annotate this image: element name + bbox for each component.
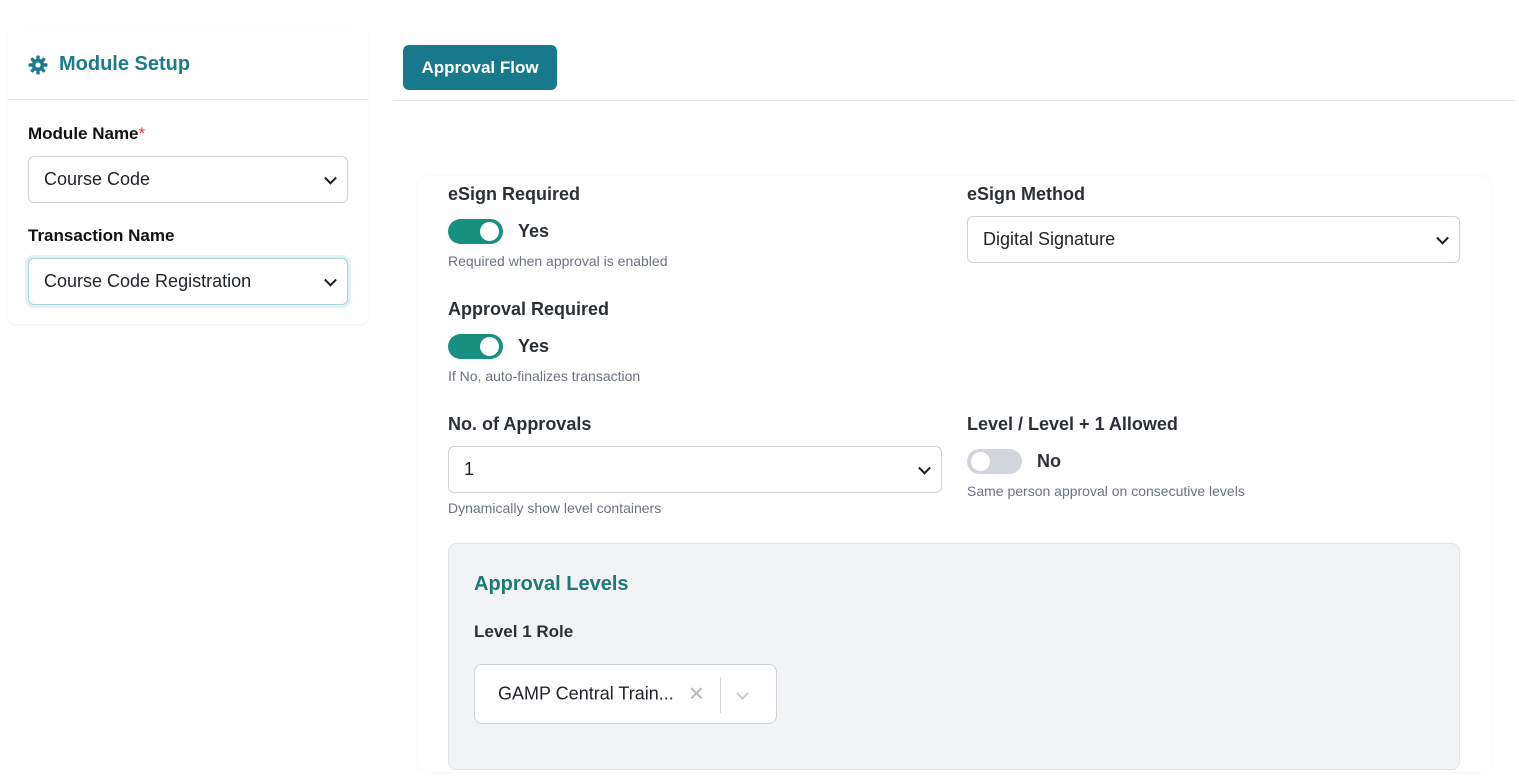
- num-approvals-label: No. of Approvals: [448, 414, 592, 434]
- toggle-knob: [480, 337, 499, 356]
- esign-required-help: Required when approval is enabled: [448, 253, 668, 269]
- approval-required-label: Approval Required: [448, 299, 610, 319]
- level-1-role-value: GAMP Central Train...: [498, 683, 674, 704]
- esign-required-state: Yes: [518, 221, 550, 241]
- module-name-label-text: Module Name: [28, 124, 139, 143]
- esign-required-label: eSign Required: [448, 184, 581, 204]
- module-name-select[interactable]: Course Code: [28, 156, 348, 203]
- module-setup-title: Module Setup: [59, 53, 191, 75]
- level-1-role-label: Level 1 Role: [474, 622, 574, 641]
- indicator-separator: [720, 677, 721, 713]
- esign-method-value: Digital Signature: [983, 229, 1116, 249]
- toggle-knob: [480, 222, 499, 241]
- level-1-role-select[interactable]: GAMP Central Train... ✕: [474, 664, 777, 724]
- chevron-down-icon: [918, 461, 931, 475]
- transaction-name-label: Transaction Name: [28, 226, 175, 245]
- chevron-down-icon: [324, 171, 337, 185]
- chevron-down-icon: [1436, 231, 1449, 245]
- tab-divider: [393, 100, 1515, 101]
- transaction-name-value: Course Code Registration: [44, 271, 252, 291]
- tab-approval-flow[interactable]: Approval Flow: [403, 45, 557, 90]
- chevron-down-icon: [324, 273, 337, 287]
- transaction-name-select[interactable]: Course Code Registration: [28, 258, 348, 305]
- approval-required-help: If No, auto-finalizes transaction: [448, 368, 641, 384]
- module-setup-header: Module Setup: [8, 30, 368, 100]
- approval-required-state: Yes: [518, 336, 550, 356]
- module-name-label: Module Name*: [28, 124, 145, 144]
- required-mark: *: [138, 124, 146, 143]
- level-allowed-state: No: [1037, 451, 1061, 471]
- esign-method-label: eSign Method: [967, 184, 1085, 204]
- chevron-down-icon[interactable]: [736, 687, 749, 700]
- clear-icon[interactable]: ✕: [688, 682, 705, 707]
- esign-method-select[interactable]: Digital Signature: [967, 216, 1460, 263]
- approval-required-toggle[interactable]: [448, 334, 503, 359]
- approval-levels-title: Approval Levels: [474, 573, 629, 595]
- level-allowed-toggle[interactable]: [967, 449, 1022, 474]
- level-allowed-label: Level / Level + 1 Allowed: [967, 414, 1178, 434]
- module-name-value: Course Code: [44, 169, 151, 189]
- gear-icon: [28, 55, 48, 75]
- esign-required-toggle[interactable]: [448, 219, 503, 244]
- level-allowed-help: Same person approval on consecutive leve…: [967, 483, 1245, 499]
- toggle-knob: [971, 452, 990, 471]
- num-approvals-select[interactable]: 1: [448, 446, 942, 493]
- num-approvals-value: 1: [464, 459, 475, 479]
- num-approvals-help: Dynamically show level containers: [448, 500, 662, 516]
